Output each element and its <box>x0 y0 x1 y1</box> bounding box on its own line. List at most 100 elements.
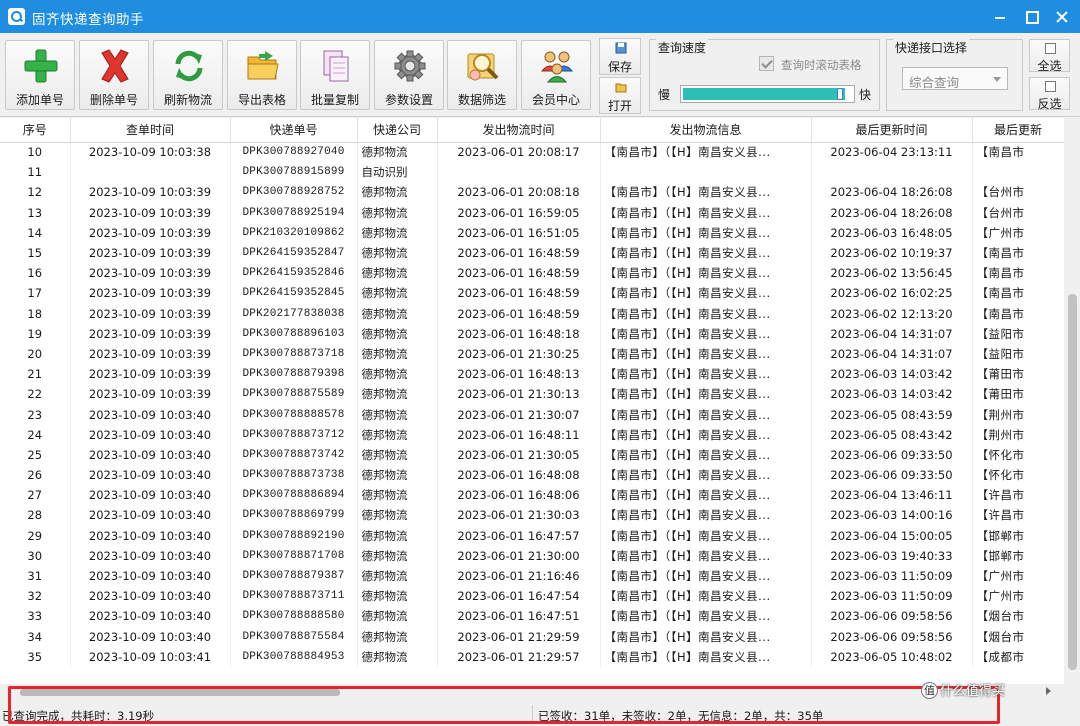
table-row[interactable]: 13 2023-10-09 10:03:39 DPK300788925194 德邦物流… <box>0 202 1064 223</box>
delete-number-button[interactable]: 删除单号 <box>79 40 149 110</box>
invert-selection-button[interactable]: 反选 <box>1029 77 1070 111</box>
add-number-button[interactable]: 添加单号 <box>5 40 75 110</box>
query-time-cell: 2023-10-09 10:03:41 <box>70 646 231 667</box>
row-index-cell: 25 <box>0 444 71 465</box>
table-row[interactable]: 19 2023-10-09 10:03:39 DPK300788896103 德邦物流… <box>0 323 1064 344</box>
table-row[interactable]: 35 2023-10-09 10:03:41 DPK300788884953 德邦物流… <box>0 646 1064 667</box>
copy-pages-icon <box>323 50 349 82</box>
member-center-button[interactable]: 会员中心 <box>521 40 591 110</box>
app-search-icon <box>8 8 25 25</box>
last-update-time-cell: 2023-06-04 15:00:05 <box>811 525 973 546</box>
select-all-button[interactable]: 全选 <box>1029 39 1070 73</box>
scroll-right-arrow-icon[interactable] <box>1046 687 1051 695</box>
table-row[interactable]: 27 2023-10-09 10:03:40 DPK300788886894 德邦物流… <box>0 485 1064 506</box>
row-index-cell: 18 <box>0 303 71 324</box>
table-row[interactable]: 15 2023-10-09 10:03:39 DPK264159352847 德邦物流… <box>0 242 1064 264</box>
ship-info-cell: 【南昌市】（【H】南昌安义县... <box>600 303 812 324</box>
column-header[interactable]: 查单时间 <box>70 118 231 143</box>
last-update-info-cell: 【南昌市 <box>972 263 1064 284</box>
export-table-button[interactable]: 导出表格 <box>227 40 297 110</box>
column-header[interactable]: 最后更新 <box>972 118 1064 143</box>
last-update-time-cell: 2023-06-02 13:56:45 <box>811 263 973 284</box>
query-time-cell: 2023-10-09 10:03:40 <box>70 545 231 566</box>
table-row[interactable]: 32 2023-10-09 10:03:40 DPK300788873711 德邦物流… <box>0 586 1064 607</box>
tracking-number-cell: DPK300788873738 <box>230 465 358 486</box>
table-row[interactable]: 28 2023-10-09 10:03:40 DPK300788869799 德邦物流… <box>0 505 1064 526</box>
table-row[interactable]: 14 2023-10-09 10:03:39 DPK210320109862 德邦物流… <box>0 222 1064 243</box>
table-row[interactable]: 29 2023-10-09 10:03:40 DPK300788892190 德邦物流… <box>0 525 1064 546</box>
last-update-info-cell: 【莆田市 <box>972 384 1064 405</box>
table-row[interactable]: 22 2023-10-09 10:03:39 DPK300788875589 德邦物流… <box>0 384 1064 405</box>
ship-info-cell: 【南昌市】（【H】南昌安义县... <box>600 545 812 566</box>
last-update-info-cell: 【南昌市 <box>972 283 1064 304</box>
table-row[interactable]: 30 2023-10-09 10:03:40 DPK300788871708 德邦物流… <box>0 545 1064 566</box>
table-row[interactable]: 33 2023-10-09 10:03:40 DPK300788888580 德邦物流… <box>0 606 1064 627</box>
ship-time-cell: 2023-06-01 20:08:17 <box>437 142 601 163</box>
column-header[interactable]: 最后更新时间 <box>811 118 973 143</box>
row-index-cell: 35 <box>0 646 71 667</box>
table-row[interactable]: 21 2023-10-09 10:03:39 DPK300788879398 德邦物流… <box>0 364 1064 385</box>
refresh-logistics-button[interactable]: 刷新物流 <box>153 40 223 110</box>
table-row[interactable]: 18 2023-10-09 10:03:39 DPK202177838038 德邦物流… <box>0 303 1064 324</box>
table-row[interactable]: 23 2023-10-09 10:03:40 DPK300788888578 德邦物流… <box>0 404 1064 425</box>
tracking-number-cell: DPK300788892190 <box>230 525 358 546</box>
speed-slider[interactable] <box>680 85 855 103</box>
column-header[interactable]: 序号 <box>0 118 71 143</box>
query-time-cell: 2023-10-09 10:03:39 <box>70 364 231 385</box>
window-title: 固齐快递查询助手 <box>32 12 144 28</box>
tracking-number-cell: DPK300788869799 <box>230 505 358 526</box>
table-row[interactable]: 25 2023-10-09 10:03:40 DPK300788873742 德邦物流… <box>0 444 1064 465</box>
table-row[interactable]: 26 2023-10-09 10:03:40 DPK300788873738 德邦物流… <box>0 465 1064 486</box>
table-row[interactable]: 20 2023-10-09 10:03:39 DPK300788873718 德邦物流… <box>0 343 1064 365</box>
interface-select[interactable]: 综合查询 <box>902 67 1008 90</box>
batch-copy-button[interactable]: 批量复制 <box>300 40 370 110</box>
vertical-scrollbar-thumb[interactable] <box>1068 294 1077 670</box>
save-button[interactable]: 保存 <box>599 38 641 75</box>
table-row[interactable]: 12 2023-10-09 10:03:39 DPK300788928752 德邦物流… <box>0 182 1064 203</box>
ship-info-cell: 【南昌市】（【H】南昌安义县... <box>600 384 812 405</box>
last-update-info-cell: 【邯郸市 <box>972 545 1064 566</box>
table-row[interactable]: 17 2023-10-09 10:03:39 DPK264159352845 德邦物流… <box>0 283 1064 304</box>
courier-company-cell: 德邦物流 <box>357 263 438 284</box>
courier-company-cell: 德邦物流 <box>357 404 438 425</box>
highlight-annotation-box <box>8 686 1000 724</box>
data-filter-button[interactable]: 数据筛选 <box>447 40 517 110</box>
column-header[interactable]: 发出物流信息 <box>600 118 812 143</box>
column-header[interactable]: 发出物流时间 <box>437 118 601 143</box>
ship-info-cell: 【南昌市】（【H】南昌安义县... <box>600 626 812 647</box>
last-update-time-cell: 2023-06-03 14:03:42 <box>811 384 973 405</box>
courier-company-cell: 德邦物流 <box>357 283 438 304</box>
ship-info-cell: 【南昌市】（【H】南昌安义县... <box>600 142 812 163</box>
parameter-settings-button[interactable]: 参数设置 <box>374 40 444 110</box>
parameter-settings-label: 参数设置 <box>384 93 433 107</box>
query-time-cell: 2023-10-09 10:03:39 <box>70 303 231 324</box>
vertical-scrollbar[interactable] <box>1064 118 1080 684</box>
table-row[interactable]: 24 2023-10-09 10:03:40 DPK300788873712 德邦物流… <box>0 424 1064 445</box>
speed-slider-thumb[interactable] <box>837 88 843 100</box>
row-index-cell: 33 <box>0 606 71 627</box>
ship-info-cell: 【南昌市】（【H】南昌安义县... <box>600 465 812 486</box>
courier-company-cell: 德邦物流 <box>357 222 438 243</box>
results-table[interactable]: 序号 查单时间 快递单号 快递公司 发出物流时间 发出物流信息 最后更新时间 最后更新 10 2… <box>0 118 1064 684</box>
ship-info-cell: 【南昌市】（【H】南昌安义县... <box>600 525 812 546</box>
tracking-number-cell: DPK300788873711 <box>230 586 358 607</box>
table-row[interactable]: 11 DPK300788915899 自动识别 <box>0 162 1064 183</box>
watermark-text: 什么值得买 <box>940 684 1006 699</box>
open-button[interactable]: 打开 <box>599 77 641 114</box>
table-row[interactable]: 31 2023-10-09 10:03:40 DPK300788879387 德邦物流… <box>0 565 1064 587</box>
watermark-badge: 值 <box>921 682 938 699</box>
tracking-number-cell: DPK264159352846 <box>230 263 358 284</box>
last-update-info-cell: 【台州市 <box>972 202 1064 223</box>
column-header[interactable]: 快递公司 <box>357 118 438 143</box>
column-header[interactable]: 快递单号 <box>230 118 358 143</box>
ship-time-cell: 2023-06-01 21:30:07 <box>437 404 601 425</box>
table-row[interactable]: 10 2023-10-09 10:03:38 DPK300788927040 德邦物流… <box>0 142 1064 163</box>
checkbox-icon <box>1045 81 1056 92</box>
table-row[interactable]: 16 2023-10-09 10:03:39 DPK264159352846 德邦物流… <box>0 263 1064 284</box>
refresh-icon <box>175 50 203 82</box>
close-button[interactable] <box>1044 0 1080 33</box>
ship-time-cell: 2023-06-01 16:48:59 <box>437 303 601 324</box>
table-row[interactable]: 34 2023-10-09 10:03:40 DPK300788875584 德邦物流… <box>0 626 1064 647</box>
scroll-table-checkbox[interactable] <box>759 56 774 71</box>
courier-company-cell: 德邦物流 <box>357 626 438 647</box>
